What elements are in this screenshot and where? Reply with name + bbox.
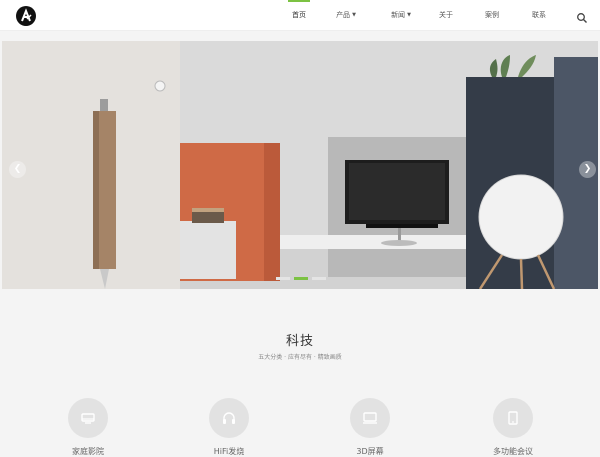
feature-icon-circle	[209, 398, 249, 438]
nav-label-products: 产品	[336, 11, 351, 19]
nav-label-home: 首页	[292, 11, 306, 19]
nav-label-about: 关于	[439, 11, 453, 19]
nav-item-contact[interactable]: 联系	[531, 0, 547, 30]
hero-carousel[interactable]: ❮ ❯	[2, 41, 598, 289]
feature-label: 3D屏幕	[356, 447, 384, 456]
home-theater-icon	[81, 413, 95, 424]
section-subtitle: 五大分类 · 应有尽有 · 精致画质	[258, 354, 342, 361]
chevron-down-icon: ▼	[352, 12, 356, 18]
nav-item-cases[interactable]: 案例	[484, 0, 500, 30]
feature-label: 多功能会议	[493, 447, 533, 456]
chevron-down-icon: ▼	[407, 12, 411, 18]
hero-image	[2, 41, 598, 289]
logo-a-icon	[21, 8, 32, 22]
nav-item-about[interactable]: 关于	[438, 0, 454, 30]
nav-item-news[interactable]: 新闻 ▼	[388, 0, 414, 30]
logo[interactable]	[16, 6, 36, 26]
chevron-right-icon: ❯	[583, 164, 592, 174]
search-button[interactable]	[576, 9, 588, 23]
tablet-icon	[508, 411, 518, 425]
carousel-next-button[interactable]: ❯	[579, 161, 596, 178]
carousel-dot-2[interactable]	[294, 277, 308, 280]
feature-conference[interactable]: 多功能会议	[473, 398, 553, 457]
feature-icon-circle	[68, 398, 108, 438]
headphones-icon	[223, 412, 235, 424]
feature-3d-screen[interactable]: 3D屏幕	[330, 398, 410, 457]
nav-label-news: 新闻	[391, 11, 406, 19]
feature-hifi[interactable]: HiFi发烧	[189, 398, 269, 457]
chevron-left-icon: ❮	[13, 164, 22, 174]
search-icon	[577, 13, 587, 23]
section-title: 科技	[285, 334, 314, 349]
nav-item-home[interactable]: 首页	[288, 0, 310, 30]
carousel-dot-3[interactable]	[312, 277, 326, 280]
carousel-prev-button[interactable]: ❮	[9, 161, 26, 178]
feature-icon-circle	[493, 398, 533, 438]
carousel-dot-1[interactable]	[276, 277, 290, 280]
nav-label-cases: 案例	[485, 11, 499, 19]
feature-home-theater[interactable]: 家庭影院	[48, 398, 128, 457]
feature-icon-circle	[350, 398, 390, 438]
site-header: 首页 产品 ▼ 新闻 ▼ 关于 案例 联系	[0, 0, 600, 31]
nav-label-contact: 联系	[532, 11, 546, 19]
nav-item-products[interactable]: 产品 ▼	[333, 0, 359, 30]
feature-label: HiFi发烧	[213, 447, 245, 456]
monitor-icon	[363, 412, 377, 424]
feature-label: 家庭影院	[72, 447, 104, 456]
